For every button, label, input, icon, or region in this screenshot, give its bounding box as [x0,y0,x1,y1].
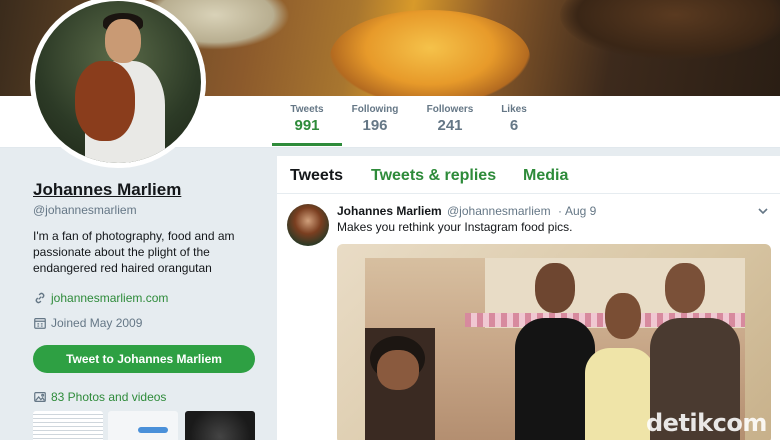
stat-tweets[interactable]: Tweets 991 [272,104,342,146]
tweet[interactable]: Johannes Marliem @johannesmarliem · Aug … [277,195,780,440]
tweet-date[interactable]: Aug 9 [565,204,596,218]
stat-tweets-label: Tweets [290,104,324,115]
tweet-author-handle[interactable]: @johannesmarliem [447,204,551,218]
stat-likes[interactable]: Likes 6 [479,104,549,134]
media-thumbnail[interactable] [108,411,178,440]
profile-joined: Joined May 2009 [33,316,142,330]
stat-following[interactable]: Following 196 [340,104,410,134]
tweet-separator: · [558,204,562,218]
photos-videos-text[interactable]: 83 Photos and videos [51,390,166,404]
banner-food-dish [560,0,780,60]
avatar-face [105,19,141,63]
link-icon [35,292,45,304]
tweet-to-button[interactable]: Tweet to Johannes Marliem [33,345,255,373]
avatar-photo [35,1,201,163]
photo-person-3-face [605,293,641,339]
chevron-down-icon[interactable] [756,204,770,218]
photo-person-1-face [377,350,419,390]
timeline: Tweets Tweets & replies Media Johannes M… [277,156,780,440]
media-thumbnail[interactable] [185,411,255,440]
stat-followers[interactable]: Followers 241 [415,104,485,134]
photo-person-2 [515,318,595,440]
tab-tweets-replies[interactable]: Tweets & replies [371,167,496,185]
profile-sidebar: Johannes Marliem @johannesmarliem I'm a … [0,148,276,440]
stat-following-value: 196 [362,117,388,134]
profile-website-text[interactable]: johannesmarliem.com [51,291,168,305]
photo-person-3 [585,348,655,440]
tweet-avatar[interactable] [287,204,329,246]
profile-name[interactable]: Johannes Marliem [33,180,181,200]
tweet-text: Makes you rethink your Instagram food pi… [337,220,573,234]
profile-handle[interactable]: @johannesmarliem [33,203,137,217]
profile-bio: I'm a fan of photography, food and am pa… [33,229,235,275]
tweet-author-name[interactable]: Johannes Marliem [337,204,442,218]
stat-followers-value: 241 [437,117,463,134]
profile-joined-text: Joined May 2009 [51,316,143,330]
tab-tweets[interactable]: Tweets [290,167,343,185]
profile-website[interactable]: johannesmarliem.com [33,291,168,305]
tab-media[interactable]: Media [523,167,568,185]
media-thumbnail[interactable] [33,411,103,440]
photos-videos-link[interactable]: 83 Photos and videos [33,390,166,404]
banner-food-bowl [330,10,530,96]
watermark: detikcom [646,409,767,437]
stat-likes-value: 6 [509,117,519,134]
calendar-icon [34,318,46,329]
avatar-orangutan [75,61,135,141]
stat-likes-label: Likes [501,104,527,115]
stat-following-label: Following [351,104,399,115]
photo-icon [34,392,46,402]
stat-followers-label: Followers [426,104,474,115]
photo-person-4-face [665,263,705,313]
stat-tweets-value: 991 [294,117,320,134]
timeline-tabs: Tweets Tweets & replies Media [277,156,780,194]
photo-person-2-face [535,263,575,313]
profile-avatar[interactable] [30,0,206,168]
